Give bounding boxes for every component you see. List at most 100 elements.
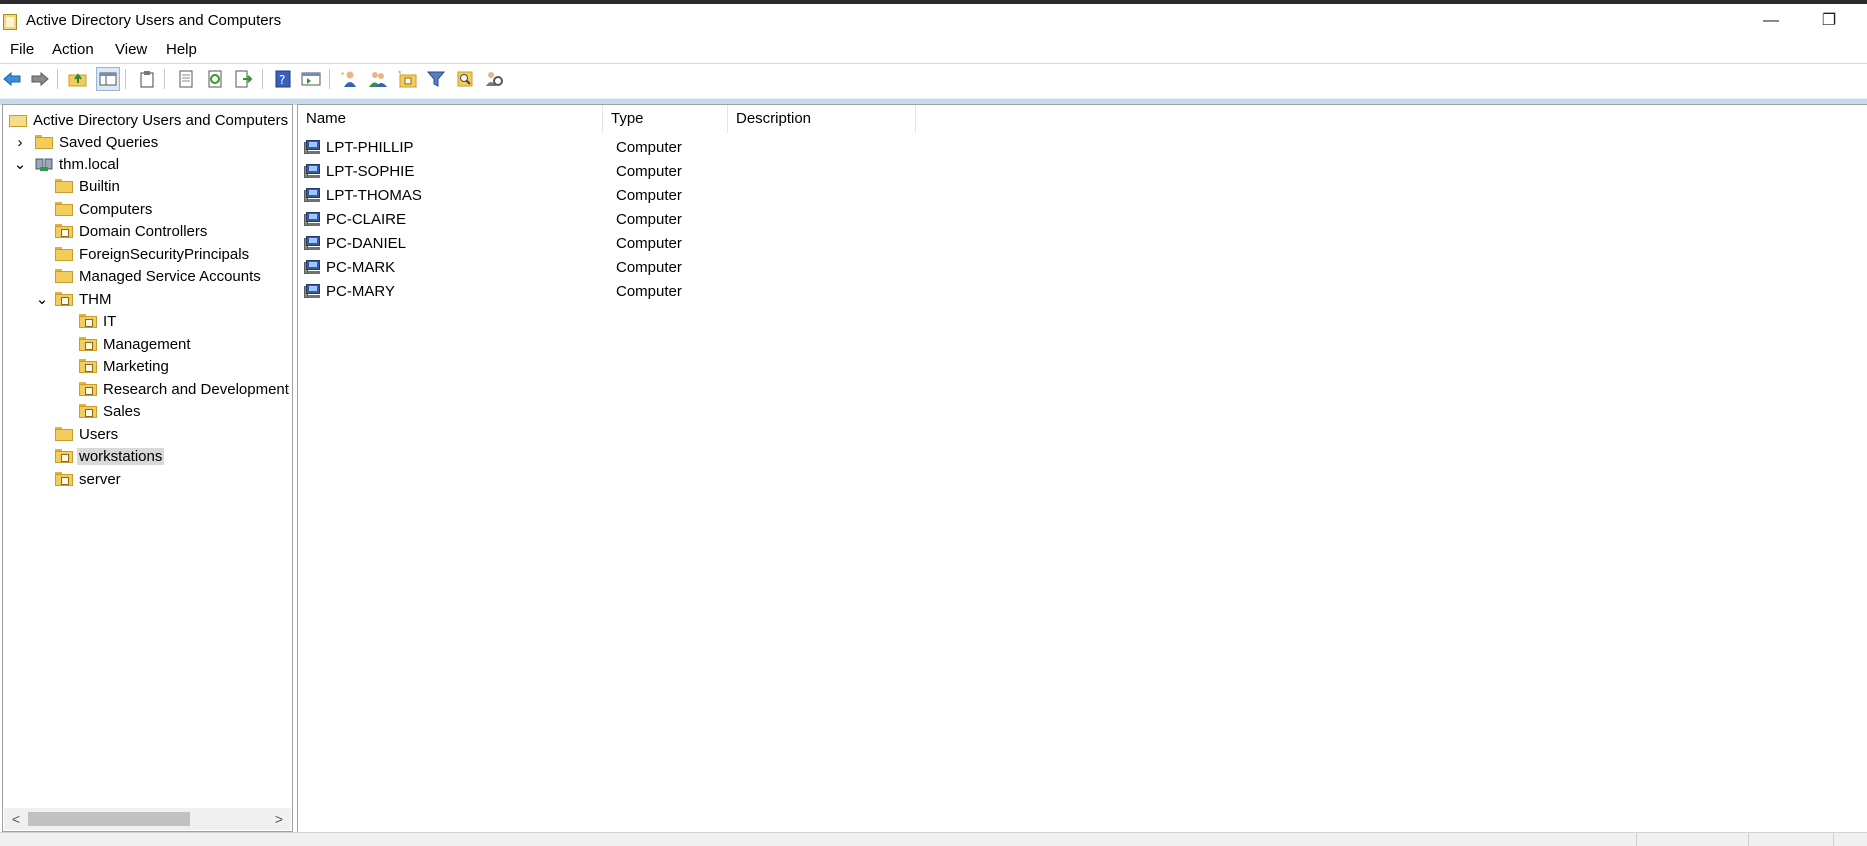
toolbar-separator bbox=[164, 69, 165, 89]
clipboard-icon[interactable] bbox=[135, 67, 159, 91]
tree-item-thm-local[interactable]: ⌄ thm.local bbox=[13, 153, 119, 175]
tree-horizontal-scrollbar[interactable]: < > bbox=[4, 808, 291, 830]
item-name: PC-CLAIRE bbox=[326, 210, 407, 228]
list-item[interactable]: PC-MARK Computer bbox=[304, 256, 682, 278]
tree-item-workstations[interactable]: workstations bbox=[55, 445, 165, 467]
menu-view[interactable]: View bbox=[106, 37, 156, 63]
filter-icon[interactable] bbox=[424, 67, 448, 91]
chevron-right-icon[interactable]: › bbox=[13, 131, 27, 153]
toolbar-separator bbox=[57, 69, 58, 89]
chevron-down-icon[interactable]: ⌄ bbox=[13, 153, 27, 175]
tree-item-it[interactable]: IT bbox=[79, 310, 116, 332]
tree-item-label: Managed Service Accounts bbox=[79, 267, 261, 285]
tree-item-label: ForeignSecurityPrincipals bbox=[79, 245, 250, 263]
tree-item-research-and-development[interactable]: Research and Development bbox=[79, 378, 289, 400]
item-type: Computer bbox=[616, 210, 682, 228]
computer-icon bbox=[304, 211, 322, 227]
window-title: Active Directory Users and Computers bbox=[26, 12, 282, 29]
item-name: PC-MARY bbox=[326, 282, 395, 300]
menu-action[interactable]: Action bbox=[43, 37, 103, 63]
tree-item-label: THM bbox=[79, 290, 112, 308]
list-item[interactable]: PC-MARY Computer bbox=[304, 280, 682, 302]
ou-icon bbox=[55, 224, 73, 238]
new-user-icon[interactable]: * bbox=[338, 67, 362, 91]
computer-icon bbox=[304, 139, 322, 155]
scroll-left-icon[interactable]: < bbox=[6, 808, 26, 830]
toolbar: ? * * bbox=[0, 64, 1867, 94]
ou-icon bbox=[79, 314, 97, 328]
item-name: PC-DANIEL bbox=[326, 234, 407, 252]
new-group-icon[interactable] bbox=[366, 67, 390, 91]
tree-item-marketing[interactable]: Marketing bbox=[79, 355, 169, 377]
item-type: Computer bbox=[616, 138, 682, 156]
up-folder-icon[interactable] bbox=[66, 67, 90, 91]
export-list-icon[interactable] bbox=[232, 67, 256, 91]
tree-root[interactable]: Active Directory Users and Computers [ bbox=[9, 109, 293, 131]
tree-item-saved-queries[interactable]: › Saved Queries bbox=[13, 131, 159, 153]
svg-text:*: * bbox=[341, 71, 344, 80]
app-icon bbox=[3, 14, 17, 30]
status-divider bbox=[1636, 833, 1637, 846]
refresh-icon[interactable] bbox=[203, 67, 227, 91]
forward-icon[interactable] bbox=[28, 67, 52, 91]
folder-icon bbox=[55, 202, 73, 216]
ou-icon bbox=[79, 337, 97, 351]
tree-item-label: workstations bbox=[77, 447, 165, 465]
new-ou-icon[interactable]: * bbox=[396, 67, 420, 91]
delegate-icon[interactable] bbox=[482, 67, 506, 91]
tree-item-managed-service-accounts[interactable]: Managed Service Accounts bbox=[55, 265, 261, 287]
tree-item-foreign-security-principals[interactable]: ForeignSecurityPrincipals bbox=[55, 243, 249, 265]
chevron-down-icon[interactable]: ⌄ bbox=[35, 288, 49, 310]
minimize-button[interactable]: — bbox=[1748, 4, 1794, 37]
tree-item-builtin[interactable]: Builtin bbox=[55, 175, 120, 197]
tree-root-label: Active Directory Users and Computers [ bbox=[33, 111, 293, 129]
domain-icon bbox=[35, 158, 53, 171]
toolbar-separator bbox=[262, 69, 263, 89]
title-bar[interactable]: Active Directory Users and Computers — ❐ bbox=[0, 4, 1867, 37]
list-item[interactable]: PC-CLAIRE Computer bbox=[304, 208, 682, 230]
scroll-right-icon[interactable]: > bbox=[269, 808, 289, 830]
item-name: LPT-PHILLIP bbox=[326, 138, 414, 156]
tree-item-label: Management bbox=[103, 335, 191, 353]
column-header-name[interactable]: Name bbox=[298, 105, 603, 133]
tree-item-label: Sales bbox=[103, 402, 141, 420]
tree-item-label: Builtin bbox=[79, 177, 120, 195]
list-item[interactable]: LPT-PHILLIP Computer bbox=[304, 136, 682, 158]
tree-item-management[interactable]: Management bbox=[79, 333, 191, 355]
tree-item-label: server bbox=[79, 470, 121, 488]
find-icon[interactable] bbox=[453, 67, 477, 91]
tree-item-sales[interactable]: Sales bbox=[79, 400, 141, 422]
toolbar-separator bbox=[125, 69, 126, 89]
tree-item-server[interactable]: server bbox=[55, 468, 121, 490]
help-icon[interactable]: ? bbox=[271, 67, 295, 91]
folder-icon bbox=[35, 135, 53, 149]
tree-item-label: Computers bbox=[79, 200, 153, 218]
tree-item-domain-controllers[interactable]: Domain Controllers bbox=[55, 220, 207, 242]
show-hide-tree-icon[interactable] bbox=[96, 67, 120, 91]
tree-item-computers[interactable]: Computers bbox=[55, 198, 152, 220]
tree-item-users[interactable]: Users bbox=[55, 423, 118, 445]
menu-file[interactable]: File bbox=[1, 37, 43, 63]
ou-icon bbox=[79, 382, 97, 396]
restore-button[interactable]: ❐ bbox=[1806, 4, 1852, 37]
tree-item-label: Domain Controllers bbox=[79, 222, 208, 240]
scrollbar-thumb[interactable] bbox=[28, 812, 190, 826]
menu-help[interactable]: Help bbox=[157, 37, 206, 63]
column-header-type[interactable]: Type bbox=[603, 105, 728, 133]
list-item[interactable]: LPT-SOPHIE Computer bbox=[304, 160, 682, 182]
back-icon[interactable] bbox=[0, 67, 24, 91]
snapin-icon bbox=[9, 113, 27, 127]
computer-icon bbox=[304, 187, 322, 203]
details-pane[interactable]: Name Type Description LPT-PHILLIP Comput… bbox=[297, 104, 1867, 832]
item-name: LPT-SOPHIE bbox=[326, 162, 415, 180]
console-pane-icon[interactable] bbox=[299, 67, 323, 91]
list-item[interactable]: LPT-THOMAS Computer bbox=[304, 184, 682, 206]
status-bar bbox=[0, 832, 1867, 846]
tree-item-thm[interactable]: ⌄ THM bbox=[35, 288, 112, 310]
list-item[interactable]: PC-DANIEL Computer bbox=[304, 232, 682, 254]
computer-icon bbox=[304, 163, 322, 179]
console-tree[interactable]: Active Directory Users and Computers [ ›… bbox=[2, 104, 293, 832]
column-header-description[interactable]: Description bbox=[728, 105, 916, 133]
ou-icon bbox=[79, 404, 97, 418]
properties-icon[interactable] bbox=[174, 67, 198, 91]
